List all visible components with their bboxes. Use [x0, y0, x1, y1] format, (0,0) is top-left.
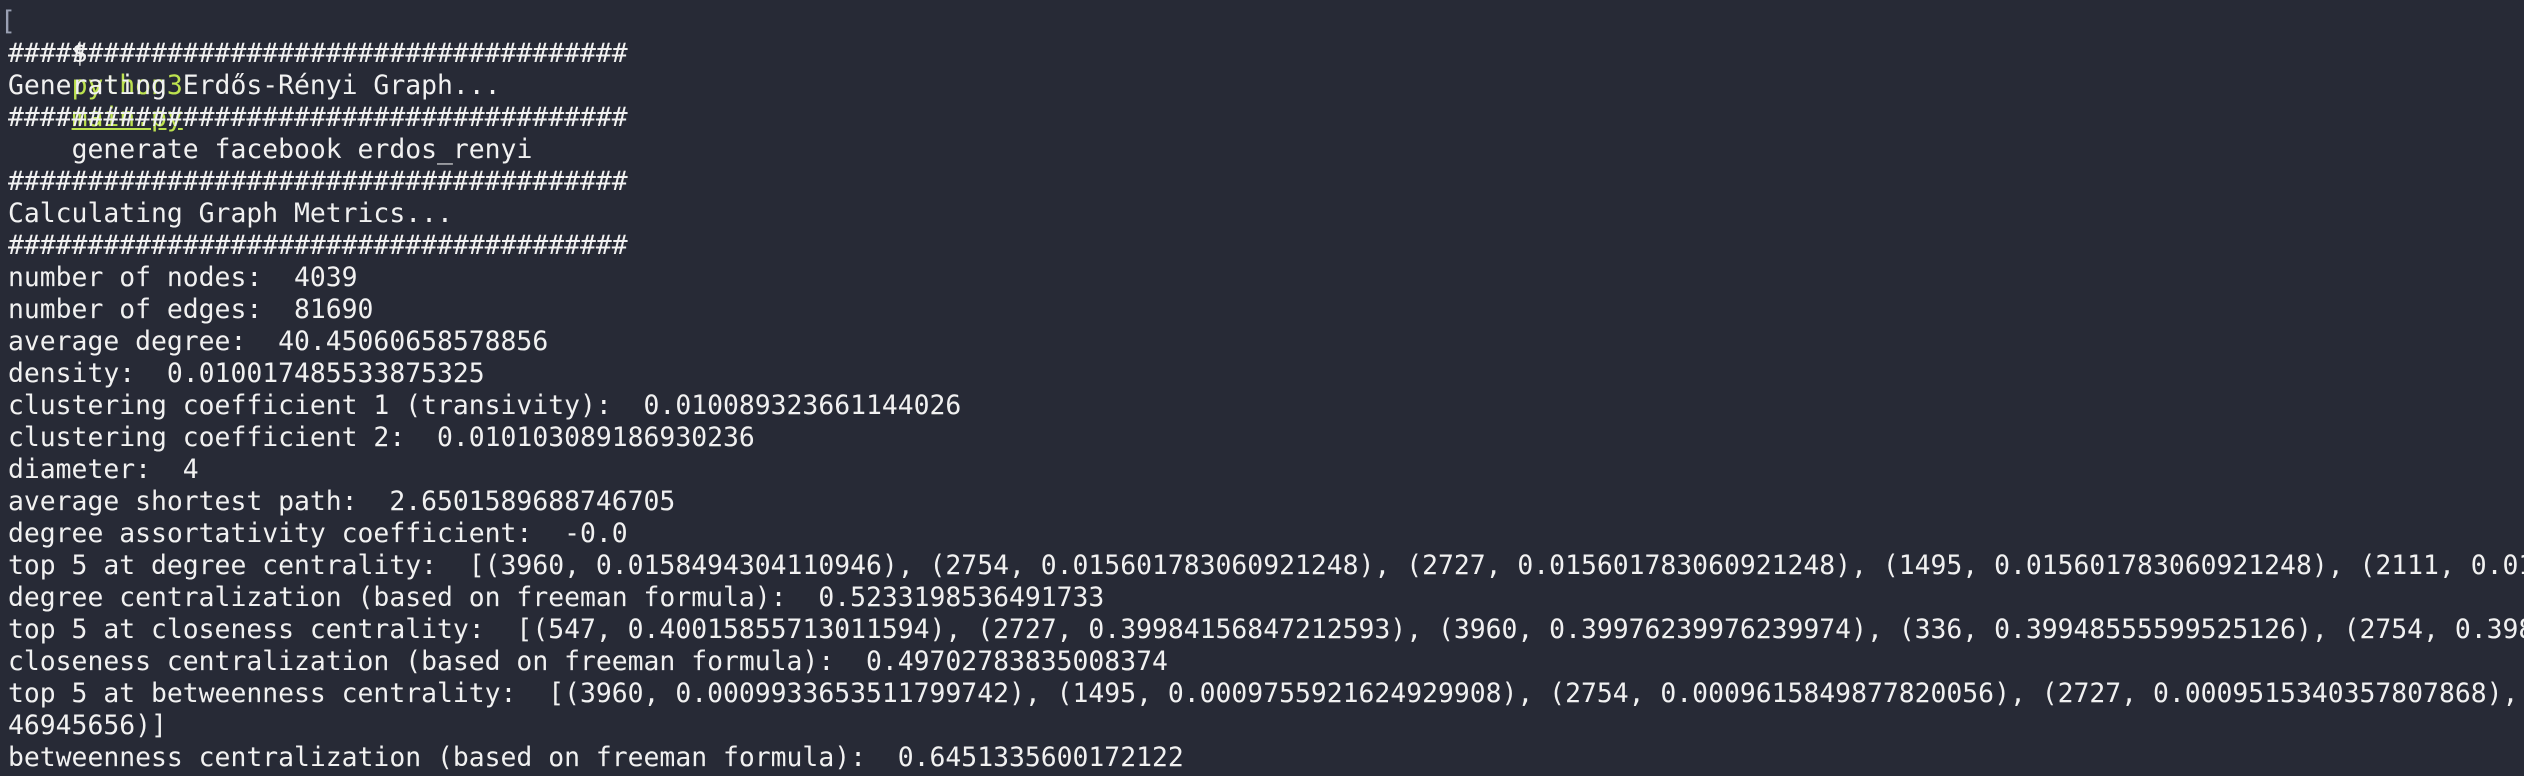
output-line-15: degree assortativity coefficient: -0.0 [8, 518, 628, 549]
output-line-9: average degree: 40.45060658578856 [8, 326, 549, 357]
output-line-16: top 5 at degree centrality: [(3960, 0.01… [8, 550, 2524, 581]
output-line-11: clustering coefficient 1 (transivity): 0… [8, 390, 962, 421]
command-line: $ python3 main.py generate facebook erdo… [8, 6, 2524, 165]
output-line-12: clustering coefficient 2: 0.010103089186… [8, 422, 755, 453]
output-line-8: number of edges: 81690 [8, 294, 374, 325]
output-line-19: closeness centralization (based on freem… [8, 646, 1168, 677]
output-line-6: ####################################### [8, 230, 628, 261]
output-line-4: ####################################### [8, 166, 628, 197]
output-line-18: top 5 at closeness centrality: [(547, 0.… [8, 614, 2524, 645]
output-line-22: betweenness centralization (based on fre… [8, 742, 1184, 773]
output-line-13: diameter: 4 [8, 454, 199, 485]
output-line-1: Generating Erdős-Rényi Graph... [8, 70, 501, 101]
output-line-5: Calculating Graph Metrics... [8, 198, 453, 229]
output-line-20: top 5 at betweenness centrality: [(3960,… [8, 678, 2519, 709]
output-line-0: ####################################### [8, 38, 628, 69]
output-line-2: ####################################### [8, 102, 628, 133]
command-args: generate facebook erdos_renyi [71, 134, 533, 165]
output-line-14: average shortest path: 2.650158968874670… [8, 486, 676, 517]
output-line-7: number of nodes: 4039 [8, 262, 358, 293]
terminal-window[interactable]: [ $ python3 main.py generate facebook er… [0, 0, 2524, 776]
output-line-10: density: 0.010017485533875325 [8, 358, 485, 389]
output-line-17: degree centralization (based on freeman … [8, 582, 1105, 613]
output-line-21: 46945656)] [8, 710, 167, 741]
prompt-bracket: [ [0, 6, 16, 37]
